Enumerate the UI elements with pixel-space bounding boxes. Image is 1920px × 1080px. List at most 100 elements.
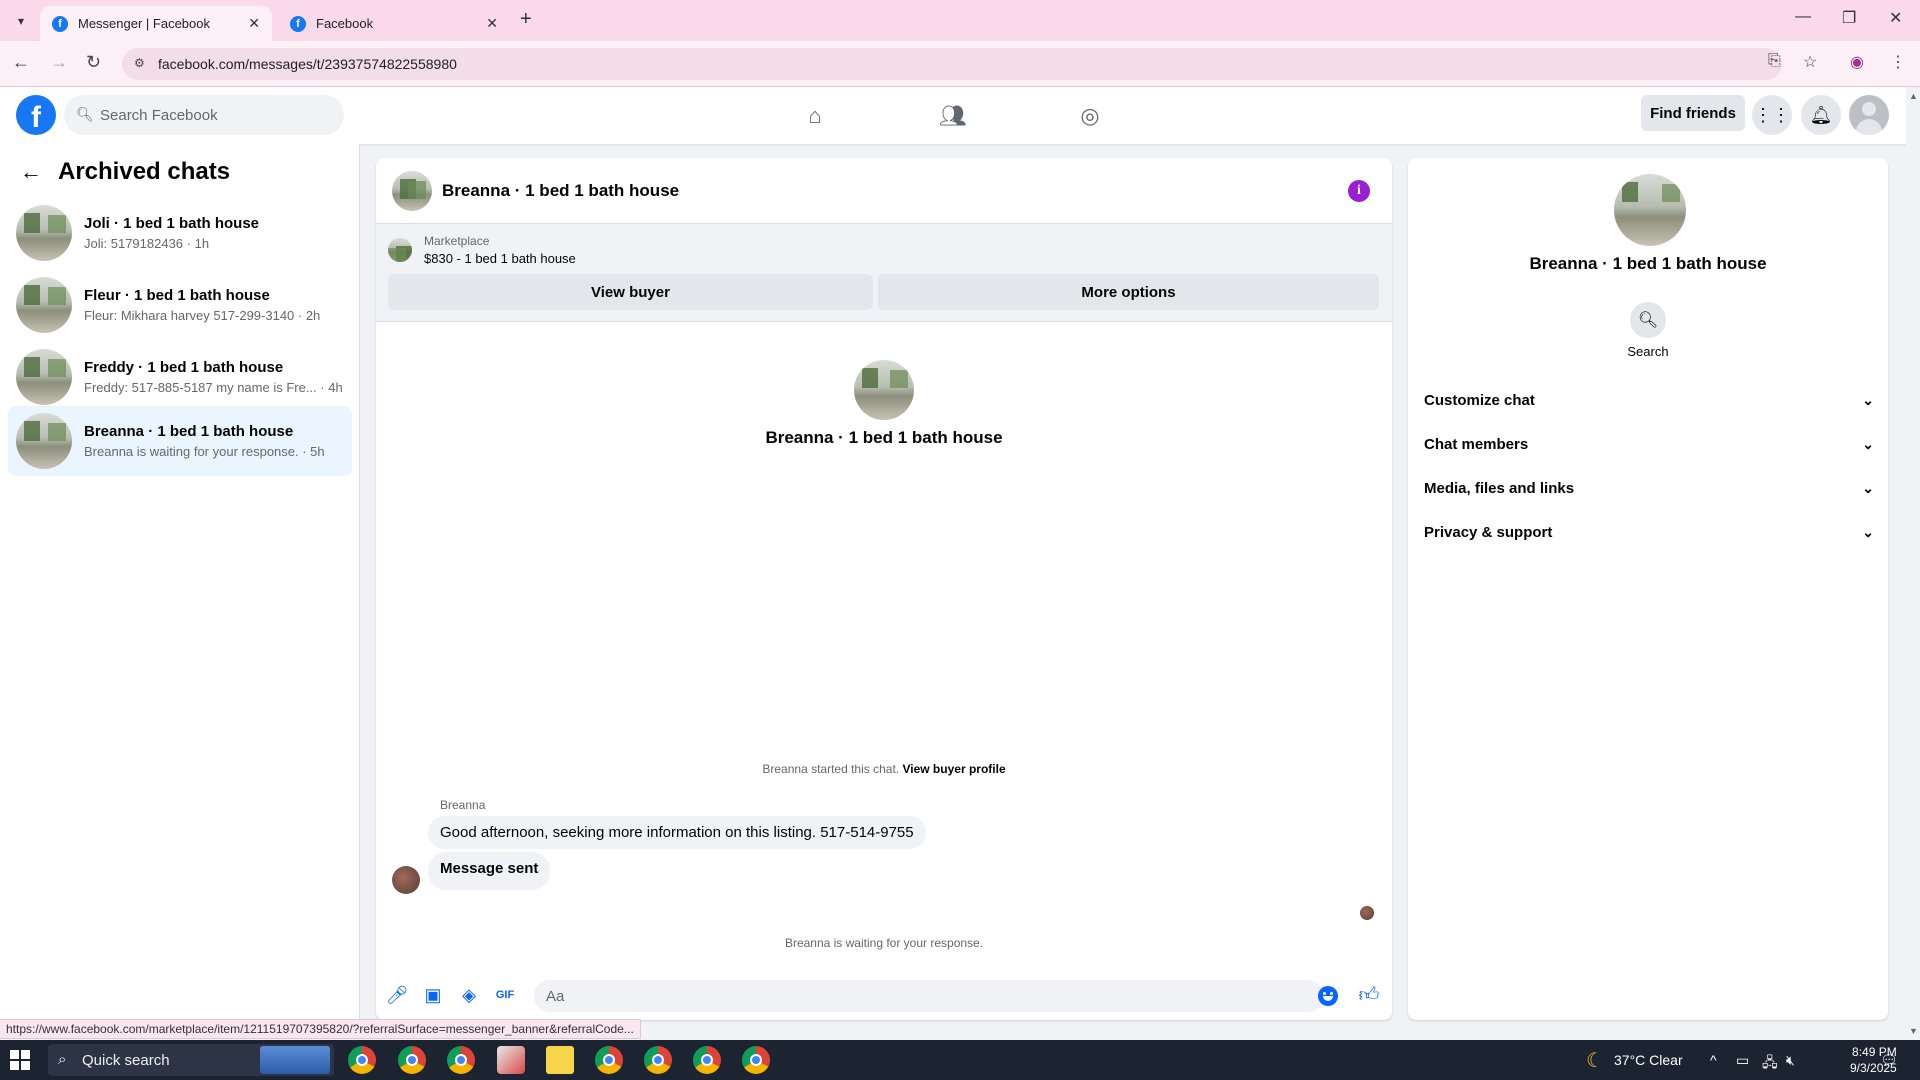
chat-details-panel: Breanna · 1 bed 1 bath house 🔍︎ Search C… [1408,158,1888,1020]
chrome-app-icon[interactable] [693,1046,721,1074]
panel-title: Archived chats [58,158,231,185]
link-status-bar: https://www.facebook.com/marketplace/ite… [0,1019,641,1039]
close-tab-icon[interactable]: ✕ [248,15,260,32]
like-thumb-icon[interactable]: 👍︎ [1358,984,1380,1006]
started-text: Breanna started this chat. [762,762,900,776]
chrome-app-icon[interactable] [398,1046,426,1074]
site-info-icon[interactable]: ⚙ [134,56,145,70]
minimize-icon[interactable]: — [1795,8,1811,26]
weather-moon-icon[interactable]: ☾ [1586,1048,1604,1073]
scroll-up-icon[interactable]: ▲ [1909,91,1918,101]
view-buyer-profile-link[interactable]: View buyer profile [902,762,1005,776]
tab-facebook[interactable]: f Facebook ✕ [278,6,510,41]
search-highlight-image [260,1046,330,1074]
bookmark-star-icon[interactable]: ☆ [1803,52,1817,72]
tab-title: Messenger | Facebook [78,16,210,31]
more-options-button[interactable]: More options [878,274,1379,310]
maximize-icon[interactable]: ❐ [1842,8,1856,28]
archived-chats-header: ← Archived chats [20,158,230,186]
emoji-icon[interactable] [1318,986,1338,1006]
chrome-app-icon[interactable] [348,1046,376,1074]
message-bubble: Message sent [428,852,551,890]
archived-chats-panel: ← Archived chats Joli · 1 bed 1 bath hou… [0,144,360,1020]
profile-name: Breanna · 1 bed 1 bath house [765,428,1003,447]
chat-item-joli[interactable]: Joli · 1 bed 1 bath house Joli: 51791824… [8,198,352,268]
profile-avatar[interactable] [854,360,914,420]
url-field[interactable]: ⚙ facebook.com/messages/t/23937574822558… [122,48,1782,80]
marketplace-label: Marketplace [424,234,490,248]
back-icon[interactable]: ← [12,52,30,73]
chat-item-fleur[interactable]: Fleur · 1 bed 1 bath house Fleur: Mikhar… [8,270,352,340]
microphone-icon[interactable]: 🎤︎ [386,984,409,1006]
quick-search-box[interactable]: ⌕ Quick search [48,1044,334,1076]
weather-text[interactable]: 37°C Clear [1614,1052,1683,1068]
section-label: Chat members [1424,435,1529,453]
customize-chat-section[interactable]: Customize chat ⌄ [1424,380,1874,420]
chrome-app-icon[interactable] [742,1046,770,1074]
tray-overflow-icon[interactable]: ^ [1710,1052,1717,1068]
install-app-icon[interactable]: ⎘ [1768,52,1781,70]
conversation-header: Breanna · 1 bed 1 bath house i [376,158,1392,224]
sticker-icon[interactable]: ◈ [458,984,480,1006]
reload-icon[interactable]: ↻ [86,52,101,73]
profile-icon[interactable]: ◉ [1850,52,1864,72]
tab-title: Facebook [316,16,374,31]
listing-thumbnail[interactable] [388,238,412,262]
friends-icon[interactable]: 👥︎ [933,99,973,133]
tab-list-dropdown-icon[interactable]: ▾ [10,10,32,32]
privacy-support-section[interactable]: Privacy & support ⌄ [1424,512,1874,552]
menu-kebab-icon[interactable]: ⋮ [1890,52,1906,72]
chat-item-breanna[interactable]: Breanna · 1 bed 1 bath house Breanna is … [8,406,352,476]
chat-members-section[interactable]: Chat members ⌄ [1424,424,1874,464]
notification-center-icon[interactable]: 💬︎ [1880,1052,1898,1069]
page-scrollbar[interactable]: ▲ ▼ [1906,87,1920,1040]
forward-icon[interactable]: → [50,52,68,73]
search-in-chat-icon[interactable]: 🔍︎ [1630,302,1666,338]
new-tab-icon[interactable]: + [520,8,532,31]
home-icon[interactable]: ⌂ [795,99,835,133]
chat-thumbnail [16,349,72,405]
message-input[interactable]: Aa [534,980,1324,1012]
chrome-app-icon[interactable] [447,1046,475,1074]
facebook-logo-icon[interactable]: f [16,95,56,135]
sticky-notes-app-icon[interactable] [546,1046,574,1074]
browser-tab-bar: ▾ f Messenger | Facebook ✕ f Facebook ✕ … [0,0,1920,41]
find-friends-button[interactable]: Find friends [1641,95,1745,131]
close-window-icon[interactable]: ✕ [1889,8,1902,28]
paint-app-icon[interactable] [497,1046,525,1074]
conversation-title[interactable]: Breanna · 1 bed 1 bath house [442,181,679,201]
listing-title[interactable]: $830 - 1 bed 1 bath house [424,251,576,266]
tray-app-icon[interactable]: ▭ [1736,1052,1749,1069]
chrome-app-icon[interactable] [595,1046,623,1074]
gif-icon[interactable]: GIF [494,984,516,1006]
view-buyer-button[interactable]: View buyer [388,274,873,310]
info-icon[interactable]: i [1348,180,1370,202]
scroll-down-icon[interactable]: ▼ [1909,1026,1918,1036]
chat-thumbnail [16,277,72,333]
chrome-app-icon[interactable] [644,1046,672,1074]
photo-icon[interactable]: ▣ [422,984,444,1006]
account-avatar[interactable] [1849,95,1889,135]
chat-preview: Joli: 5179182436 · 1h [84,236,210,251]
conversation-thumbnail[interactable] [392,170,432,211]
menu-grid-icon[interactable]: ⋮⋮ [1752,95,1792,135]
close-tab-icon[interactable]: ✕ [486,15,498,32]
chat-item-freddy[interactable]: Freddy · 1 bed 1 bath house Freddy: 517-… [8,342,352,412]
facebook-search-input[interactable]: 🔍︎ Search Facebook [64,95,344,135]
groups-icon[interactable]: ◎ [1070,99,1110,133]
back-arrow-icon[interactable]: ← [20,159,42,185]
network-icon[interactable]: 🖧︎ [1762,1052,1778,1076]
search-label: Search [1627,344,1669,359]
tab-messenger[interactable]: f Messenger | Facebook ✕ [40,6,272,41]
details-avatar[interactable] [1614,174,1686,246]
chat-name: Fleur · 1 bed 1 bath house [84,287,270,304]
media-files-links-section[interactable]: Media, files and links ⌄ [1424,468,1874,508]
sender-name: Breanna [440,798,486,812]
facebook-favicon-icon: f [52,15,68,32]
notifications-bell-icon[interactable]: 🔔︎ [1801,95,1841,135]
windows-start-icon[interactable] [10,1050,30,1070]
facebook-favicon-icon: f [290,15,306,32]
volume-mute-icon[interactable]: 🔇︎ [1786,1052,1795,1069]
sender-avatar[interactable] [392,866,420,894]
windows-taskbar: ⌕ Quick search ☾ 37°C Clear ^ ▭ 🖧︎ 🔇︎ 8:… [0,1040,1920,1080]
